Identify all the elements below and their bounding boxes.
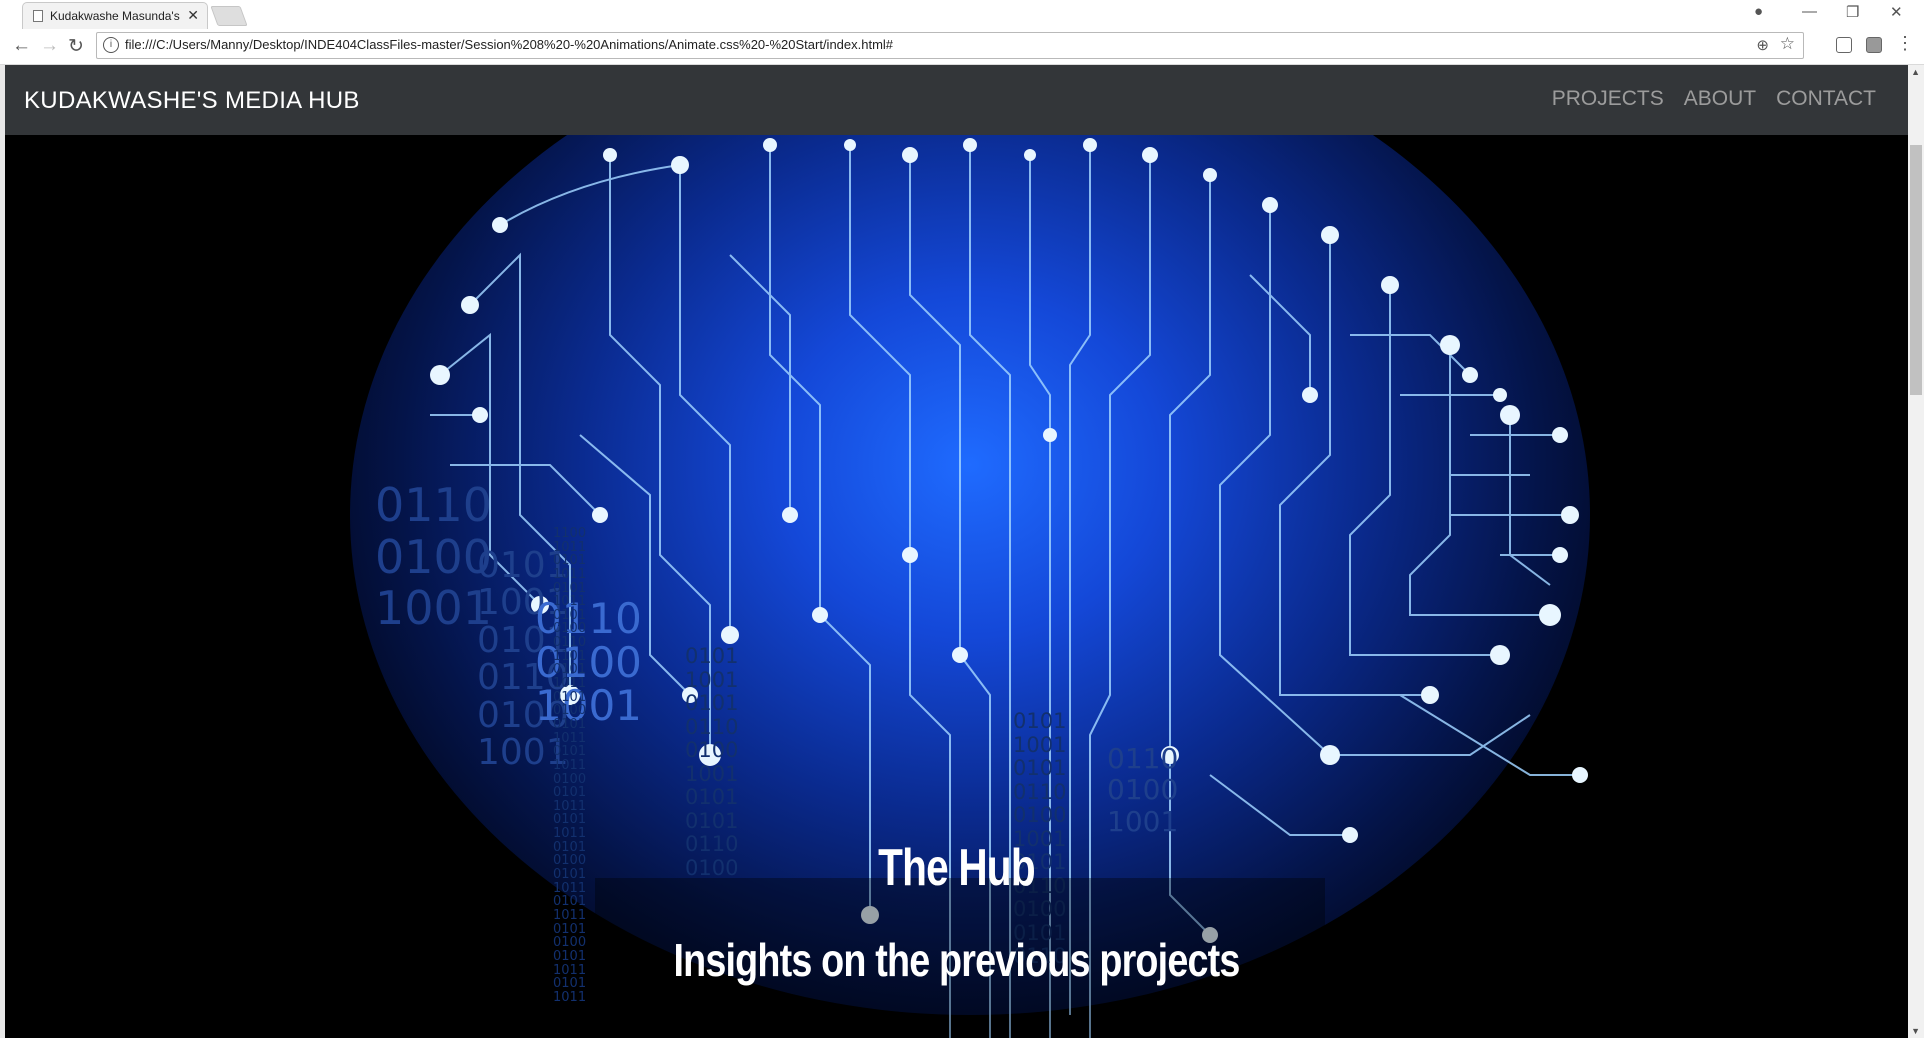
tab-title: Kudakwashe Masunda's — [50, 9, 180, 23]
nav-link-contact[interactable]: CONTACT — [1776, 87, 1876, 111]
nav-link-projects[interactable]: PROJECTS — [1552, 87, 1664, 111]
star-icon[interactable]: ☆ — [1780, 34, 1795, 54]
binary-text-center: 0110 0100 1001 — [535, 594, 642, 731]
zoom-icon[interactable]: ⊕ — [1756, 36, 1769, 54]
brand-logo[interactable]: KUDAKWASHE'S MEDIA HUB — [24, 87, 360, 115]
scroll-up-icon[interactable]: ▲ — [1911, 67, 1920, 77]
minimize-icon[interactable]: — — [1802, 3, 1817, 20]
browser-tab[interactable]: Kudakwashe Masunda's ✕ — [22, 2, 208, 29]
hero-section: 0110 0100 1001 0101 1001 0101 0110 0100 … — [5, 135, 1908, 1038]
window-close-icon[interactable]: ✕ — [1890, 3, 1903, 21]
browser-toolbar: ← → ↻ i file:///C:/Users/Manny/Desktop/I… — [0, 29, 1924, 65]
menu-icon[interactable]: ⋮ — [1896, 33, 1914, 54]
nav-links: PROJECTS ABOUT CONTACT — [1552, 87, 1876, 111]
hero-title: The Hub — [878, 839, 1036, 897]
binary-text-large: 0110 0100 1001 — [375, 478, 493, 636]
url-text[interactable]: file:///C:/Users/Manny/Desktop/INDE404Cl… — [125, 37, 893, 52]
extension-icon-2[interactable] — [1866, 37, 1882, 53]
scroll-down-icon[interactable]: ▼ — [1911, 1026, 1920, 1036]
binary-text-right: 0110 0100 1001 — [1107, 742, 1179, 838]
new-tab-button[interactable] — [210, 6, 248, 26]
hero-subtitle: Insights on the previous projects — [673, 934, 1240, 986]
page-icon — [33, 10, 43, 22]
restore-icon[interactable]: ❐ — [1846, 3, 1859, 21]
address-bar[interactable]: i file:///C:/Users/Manny/Desktop/INDE404… — [96, 32, 1804, 59]
extension-icon[interactable] — [1836, 37, 1852, 53]
close-tab-icon[interactable]: ✕ — [187, 7, 199, 24]
info-icon[interactable]: i — [103, 37, 119, 53]
browser-tabstrip: Kudakwashe Masunda's ✕ ● — ❐ ✕ — [0, 0, 1924, 29]
back-arrow-icon[interactable]: ← — [12, 35, 31, 57]
page-scrollbar[interactable]: ▲ ▼ — [1908, 65, 1924, 1038]
profile-icon[interactable]: ● — [1754, 3, 1763, 20]
reload-icon[interactable]: ↻ — [68, 35, 84, 58]
page-viewport: 0110 0100 1001 0101 1001 0101 0110 0100 … — [0, 65, 1924, 1038]
site-navbar: KUDAKWASHE'S MEDIA HUB PROJECTS ABOUT CO… — [5, 65, 1908, 135]
forward-arrow-icon[interactable]: → — [40, 35, 59, 57]
nav-link-about[interactable]: ABOUT — [1684, 87, 1756, 111]
scroll-thumb[interactable] — [1910, 145, 1922, 395]
